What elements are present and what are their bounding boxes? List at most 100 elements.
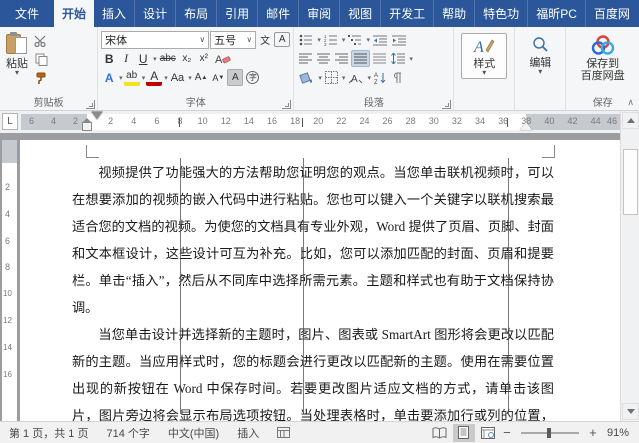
grow-font-button[interactable]: A ▲ (193, 69, 210, 86)
word-count[interactable]: 714 个字 (97, 422, 158, 443)
tab-邮件[interactable]: 邮件 (257, 0, 298, 27)
numbering-caret-icon[interactable]: ▾ (342, 36, 346, 44)
increase-indent-button[interactable] (390, 31, 408, 48)
font-dialog-launcher[interactable] (282, 100, 292, 109)
bullets-caret-icon[interactable]: ▾ (317, 36, 321, 44)
tab-文件[interactable]: 文件 (0, 0, 54, 27)
tab-设计[interactable]: 设计 (134, 0, 175, 27)
clipboard-dialog-launcher[interactable] (86, 100, 96, 109)
right-indent-marker[interactable] (520, 122, 532, 130)
paste-button[interactable]: 粘贴 ▾ (2, 30, 32, 87)
tab-视图[interactable]: 视图 (339, 0, 380, 27)
asian-layout-button[interactable]: A (346, 69, 365, 86)
line-spacing-caret-icon[interactable]: ▾ (409, 55, 413, 63)
highlight-color-button[interactable]: ab (123, 69, 140, 86)
line-spacing-button[interactable] (389, 50, 407, 67)
scrollbar-thumb[interactable] (623, 149, 638, 215)
left-indent-marker[interactable] (82, 118, 92, 131)
font-name-combobox[interactable]: 宋体 ∨ (101, 30, 210, 49)
shading-caret-icon[interactable]: ▾ (318, 74, 322, 82)
tab-特色功[interactable]: 特色功 (474, 0, 527, 27)
align-center-button[interactable] (315, 50, 332, 67)
page[interactable]: 视频提供了功能强大的方法帮助您证明您的观点。当您单击联机视频时，可以在想要添加的… (20, 140, 621, 421)
distribute-button[interactable] (371, 50, 388, 67)
macro-record-icon[interactable] (268, 422, 299, 443)
tab-stop-selector[interactable]: L (2, 113, 18, 130)
zoom-out-button[interactable]: − (501, 425, 513, 440)
scroll-down-button[interactable] (622, 403, 639, 420)
phonetic-guide-button[interactable]: 文 (257, 31, 273, 48)
tab-帮助[interactable]: 帮助 (433, 0, 474, 27)
decrease-indent-button[interactable] (371, 31, 389, 48)
character-border-button[interactable]: A (274, 32, 291, 47)
tab-引用[interactable]: 引用 (216, 0, 257, 27)
subscript-button[interactable]: x₂ (179, 50, 195, 67)
collapse-ribbon-icon[interactable]: ∧ (627, 97, 634, 108)
align-left-button[interactable] (297, 50, 314, 67)
zoom-slider[interactable] (520, 427, 579, 438)
text-effects-button[interactable]: A (101, 69, 117, 86)
paragraph[interactable]: 当您单击设计并选择新的主题时，图片、图表或 SmartArt 图形将会更改以匹配… (72, 321, 554, 421)
align-right-button[interactable] (333, 50, 350, 67)
vertical-scrollbar[interactable] (620, 111, 639, 421)
tab-开始[interactable]: 开始 (54, 0, 95, 27)
tab-百度网[interactable]: 百度网 (584, 0, 638, 27)
vertical-ruler[interactable]: 2 4 6 8 10 12 14 16 (2, 140, 17, 421)
asian-layout-caret-icon[interactable]: ▾ (367, 74, 371, 82)
font-color-caret-icon[interactable]: ▾ (164, 74, 168, 82)
save-to-baidu-button[interactable]: 保存到 百度网盘 (577, 32, 629, 84)
zoom-level[interactable]: 91% (601, 427, 631, 439)
font-size-combobox[interactable]: 五号 ∨ (210, 30, 257, 49)
font-color-button[interactable]: A (146, 69, 163, 86)
shading-button[interactable] (297, 69, 316, 86)
paragraph-dialog-launcher[interactable] (442, 100, 452, 109)
paragraph[interactable]: 视频提供了功能强大的方法帮助您证明您的观点。当您单击联机视频时，可以在想要添加的… (72, 159, 554, 321)
multilevel-list-button[interactable] (346, 31, 364, 48)
enclose-characters-button[interactable]: 字 (244, 69, 261, 86)
highlight-caret-icon[interactable]: ▾ (142, 74, 146, 82)
horizontal-ruler[interactable]: 6422468101214161820222426283032343638404… (21, 113, 620, 131)
text-effects-caret-icon[interactable]: ▾ (119, 74, 123, 82)
underline-button[interactable]: U (135, 50, 151, 67)
clear-formatting-button[interactable]: A (213, 50, 233, 67)
superscript-button[interactable]: x² (196, 50, 212, 67)
bold-button[interactable]: B (101, 50, 117, 67)
tab-布局[interactable]: 布局 (175, 0, 216, 27)
document-text[interactable]: 视频提供了功能强大的方法帮助您证明您的观点。当您单击联机视频时，可以在想要添加的… (72, 159, 554, 421)
edit-button[interactable]: 编辑 ▾ (525, 33, 555, 77)
change-case-caret-icon[interactable]: ▾ (188, 74, 192, 82)
cut-button[interactable] (32, 32, 50, 49)
numbering-button[interactable]: 123 (322, 31, 340, 48)
language-indicator[interactable]: 中文(中国) (159, 422, 228, 443)
print-layout-view-button[interactable] (452, 423, 475, 442)
styles-button[interactable]: A 样式 ▾ (461, 33, 508, 79)
show-hide-marks-button[interactable] (390, 69, 406, 86)
first-line-indent-marker[interactable] (92, 113, 102, 120)
character-shading-button[interactable]: A (227, 69, 244, 86)
copy-button[interactable] (32, 51, 50, 68)
borders-caret-icon[interactable]: ▾ (342, 74, 346, 82)
web-layout-view-button[interactable] (477, 424, 499, 442)
zoom-slider-thumb[interactable] (546, 427, 551, 438)
borders-button[interactable] (323, 69, 340, 86)
tab-福昕PC[interactable]: 福昕PC (527, 0, 585, 27)
underline-caret-icon[interactable]: ▾ (153, 55, 157, 63)
strikethrough-button[interactable]: abc (158, 50, 178, 67)
shrink-font-button[interactable]: A ▼ (210, 69, 226, 86)
format-painter-button[interactable] (32, 70, 50, 87)
change-case-button[interactable]: Aa (169, 69, 186, 86)
page-indicator[interactable]: 第 1 页，共 1 页 (0, 422, 97, 443)
scroll-up-button[interactable] (622, 112, 639, 129)
sort-button[interactable]: AZ (372, 69, 389, 86)
tab-开发工[interactable]: 开发工 (380, 0, 433, 27)
read-mode-view-button[interactable] (429, 424, 451, 442)
tab-插入[interactable]: 插入 (94, 0, 134, 27)
italic-button[interactable]: I (118, 50, 134, 67)
insert-mode-indicator[interactable]: 插入 (228, 422, 268, 443)
zoom-in-button[interactable]: + (587, 425, 599, 440)
justify-button[interactable] (351, 50, 371, 67)
bullets-button[interactable] (297, 31, 315, 48)
ruler-number: 28 (405, 116, 416, 126)
tab-审阅[interactable]: 审阅 (298, 0, 339, 27)
multilevel-caret-icon[interactable]: ▾ (366, 36, 370, 44)
